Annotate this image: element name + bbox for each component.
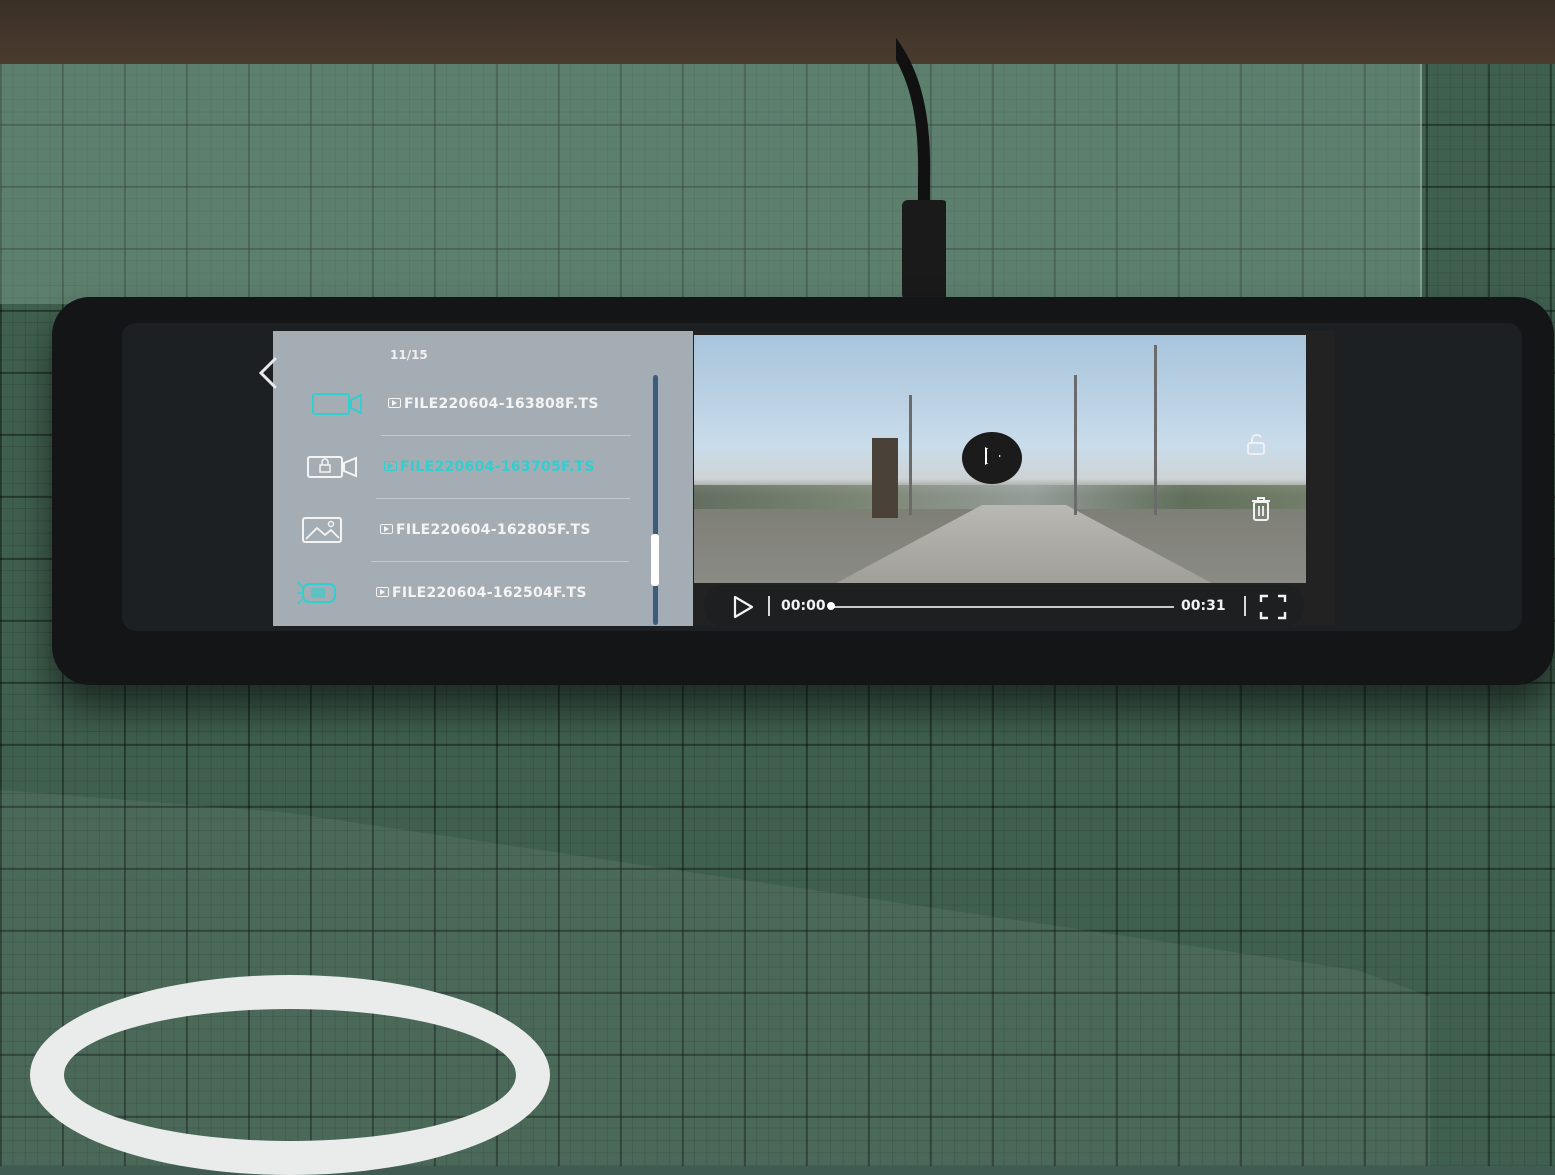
file-counter: 11/15: [390, 348, 428, 362]
video-preview[interactable]: [694, 335, 1306, 583]
file-row[interactable]: FILE220604-163808F.TS: [273, 373, 653, 435]
fullscreen-icon[interactable]: [1259, 594, 1287, 620]
locked-video-icon: [307, 456, 357, 478]
current-time: 00:00: [781, 598, 826, 614]
file-name: FILE220604-163705F.TS: [384, 459, 595, 475]
scissors-handle: [30, 975, 550, 1175]
file-name: FILE220604-163808F.TS: [388, 396, 599, 412]
file-row-selected[interactable]: FILE220604-163705F.TS: [273, 436, 653, 498]
dashcam-screen: 11/15 FILE220604-163808F.TS FILE220604-1…: [273, 331, 1335, 626]
image-icon: [302, 517, 342, 543]
video-pole: [1154, 345, 1157, 515]
video-signpost: [872, 438, 898, 518]
file-row[interactable]: FILE220604-162504F.TS: [273, 562, 653, 624]
video-file-icon: [388, 398, 401, 408]
file-name: FILE220604-162805F.TS: [380, 522, 591, 538]
file-name-text: FILE220604-163705F.TS: [400, 459, 595, 475]
file-name-text: FILE220604-162805F.TS: [396, 522, 591, 538]
list-scrollbar[interactable]: [653, 375, 658, 625]
power-cable: [896, 38, 946, 300]
file-row[interactable]: FILE220604-162805F.TS: [273, 499, 653, 561]
scrollbar-thumb[interactable]: [651, 534, 659, 586]
wooden-surface: [0, 0, 1555, 64]
play-icon[interactable]: [732, 595, 754, 619]
file-name: FILE220604-162504F.TS: [376, 585, 587, 601]
file-name-text: FILE220604-163808F.TS: [404, 396, 599, 412]
control-separator: [1244, 596, 1246, 616]
video-file-icon: [380, 524, 393, 534]
video-file-icon: [376, 587, 389, 597]
delete-icon[interactable]: [1249, 495, 1273, 523]
video-file-icon: [384, 461, 397, 471]
file-name-text: FILE220604-162504F.TS: [392, 585, 587, 601]
center-play-button[interactable]: [962, 432, 1022, 484]
playback-control-bar: 00:00 00:31: [704, 585, 1304, 626]
progress-track[interactable]: [831, 606, 1174, 608]
progress-handle[interactable]: [827, 602, 835, 610]
parking-car-icon: [297, 581, 336, 605]
glass-ruler: [0, 64, 1422, 304]
video-pole: [909, 395, 912, 515]
control-separator: [768, 596, 770, 616]
back-arrow-icon[interactable]: [255, 356, 283, 390]
unlock-icon[interactable]: [1246, 432, 1266, 456]
video-camera-icon: [312, 393, 362, 415]
file-list-panel: 11/15 FILE220604-163808F.TS FILE220604-1…: [273, 331, 693, 626]
duration-time: 00:31: [1181, 598, 1226, 614]
video-pole: [1074, 375, 1077, 515]
